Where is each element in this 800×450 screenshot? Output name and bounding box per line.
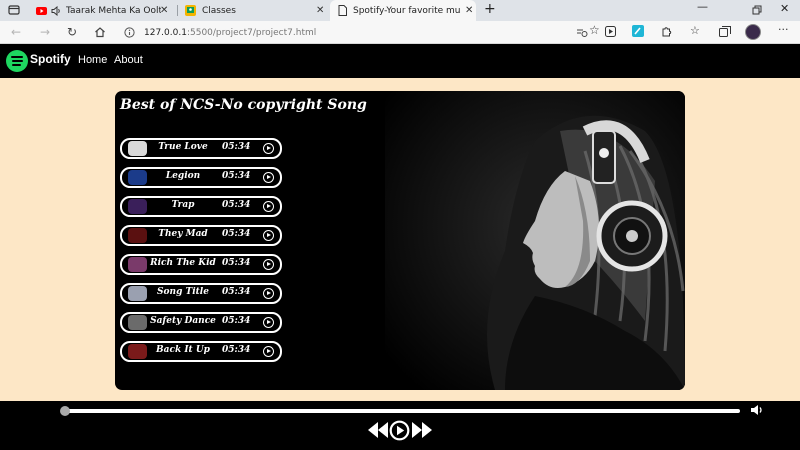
song-item[interactable]: True Love 05:34 <box>120 138 282 159</box>
song-duration: 05:34 <box>222 316 251 326</box>
backward-icon[interactable] <box>367 421 389 439</box>
refresh-icon[interactable]: ↻ <box>67 25 77 39</box>
tab-close-icon[interactable]: ✕ <box>160 5 168 16</box>
tab-spotify[interactable]: Spotify-Your favorite music is he ✕ <box>330 0 476 21</box>
tab-classes[interactable]: Classes ✕ <box>181 0 329 21</box>
song-duration: 05:34 <box>222 258 251 268</box>
song-cover <box>128 170 147 185</box>
song-cover <box>128 199 147 214</box>
browser-toolbar: ← → ↻ 127.0.0.1 :5500/project7/project7.… <box>0 21 800 44</box>
tracking-icon[interactable] <box>576 26 588 38</box>
song-name: Song Title <box>157 287 209 297</box>
site-navbar: Spotify Home About <box>0 44 800 78</box>
song-name: Trap <box>171 200 195 210</box>
brand-name[interactable]: Spotify <box>30 52 71 66</box>
more-menu-icon[interactable]: ··· <box>778 23 789 37</box>
back-icon[interactable]: ← <box>11 25 21 39</box>
progress-handle[interactable] <box>60 406 70 416</box>
song-duration: 05:34 <box>222 171 251 181</box>
song-cover <box>128 141 147 156</box>
tab-title: Spotify-Your favorite music is he <box>353 5 461 16</box>
minimize-icon[interactable]: — <box>697 0 708 13</box>
forward-icon[interactable] <box>411 421 433 439</box>
song-name: Safety Dance <box>150 316 216 326</box>
play-circle-icon[interactable] <box>263 259 274 270</box>
song-duration: 05:34 <box>222 345 251 355</box>
classroom-icon <box>185 5 196 16</box>
url-path: :5500/project7/project7.html <box>186 27 317 38</box>
extension-pen-icon[interactable] <box>632 25 644 37</box>
song-item[interactable]: Legion 05:34 <box>120 167 282 188</box>
play-circle-icon[interactable] <box>263 230 274 241</box>
spotify-logo-icon[interactable] <box>6 50 28 72</box>
tab-taarak-mehta[interactable]: Taarak Mehta Ka Ooltah Ch ✕ <box>32 0 170 21</box>
song-duration: 05:34 <box>222 142 251 152</box>
tab-title: Taarak Mehta Ka Ooltah Ch <box>66 5 161 16</box>
browser-tab-bar: Taarak Mehta Ka Ooltah Ch ✕ Classes ✕ Sp… <box>0 0 800 21</box>
tab-close-icon[interactable]: ✕ <box>316 5 324 16</box>
progress-bar[interactable] <box>60 406 740 416</box>
song-duration: 05:34 <box>222 287 251 297</box>
play-circle-icon[interactable] <box>389 420 410 441</box>
profile-avatar[interactable] <box>745 24 761 40</box>
volume-icon[interactable] <box>750 404 764 416</box>
song-cover <box>128 315 147 330</box>
song-item[interactable]: Back It Up 05:34 <box>120 341 282 362</box>
play-circle-icon[interactable] <box>263 143 274 154</box>
song-item[interactable]: Safety Dance 05:34 <box>120 312 282 333</box>
document-icon <box>338 5 347 16</box>
song-name: They Mad <box>158 229 208 239</box>
play-circle-icon[interactable] <box>263 201 274 212</box>
play-circle-icon[interactable] <box>263 317 274 328</box>
youtube-icon <box>36 6 47 15</box>
url-host: 127.0.0.1 <box>144 27 187 38</box>
playlist-heading: Best of NCS-No copyright Song <box>120 97 367 113</box>
song-item[interactable]: Trap 05:34 <box>120 196 282 217</box>
info-icon[interactable] <box>124 27 135 38</box>
song-duration: 05:34 <box>222 229 251 239</box>
song-duration: 05:34 <box>222 200 251 210</box>
extensions-icon[interactable] <box>661 26 672 37</box>
nav-about[interactable]: About <box>114 54 143 66</box>
song-name: Legion <box>165 171 201 181</box>
tab-divider <box>177 5 178 16</box>
play-circle-icon[interactable] <box>263 288 274 299</box>
song-name: Back It Up <box>156 345 210 355</box>
tab-close-icon[interactable]: ✕ <box>465 5 473 16</box>
song-item[interactable]: Song Title 05:34 <box>120 283 282 304</box>
song-name: Rich The Kid <box>150 258 216 268</box>
favorites-icon[interactable]: ☆ <box>690 24 700 38</box>
collections-icon[interactable] <box>719 26 731 37</box>
play-circle-icon[interactable] <box>263 172 274 183</box>
favorite-star-icon[interactable]: ☆ <box>589 23 600 37</box>
tab-title: Classes <box>202 5 236 16</box>
song-cover <box>128 286 147 301</box>
restore-icon[interactable] <box>752 5 762 15</box>
home-icon[interactable] <box>94 26 106 38</box>
music-player-bar <box>0 401 800 450</box>
close-window-icon[interactable]: ✕ <box>780 2 789 15</box>
address-bar[interactable]: 127.0.0.1 :5500/project7/project7.html <box>124 24 600 41</box>
new-tab-button[interactable]: + <box>484 1 496 17</box>
song-item[interactable]: They Mad 05:34 <box>120 225 282 246</box>
song-cover <box>128 228 147 243</box>
song-cover <box>128 257 147 272</box>
song-item[interactable]: Rich The Kid 05:34 <box>120 254 282 275</box>
hero-image <box>385 91 685 390</box>
song-name: True Love <box>158 142 208 152</box>
playlist-container: Best of NCS-No copyright Song True Love … <box>115 91 685 390</box>
nav-home[interactable]: Home <box>78 54 107 66</box>
forward-icon[interactable]: → <box>40 25 50 39</box>
extension-play-icon[interactable] <box>605 26 616 37</box>
speaker-icon[interactable] <box>51 5 62 16</box>
song-cover <box>128 344 147 359</box>
play-circle-icon[interactable] <box>263 346 274 357</box>
tab-actions-icon[interactable] <box>8 4 20 16</box>
